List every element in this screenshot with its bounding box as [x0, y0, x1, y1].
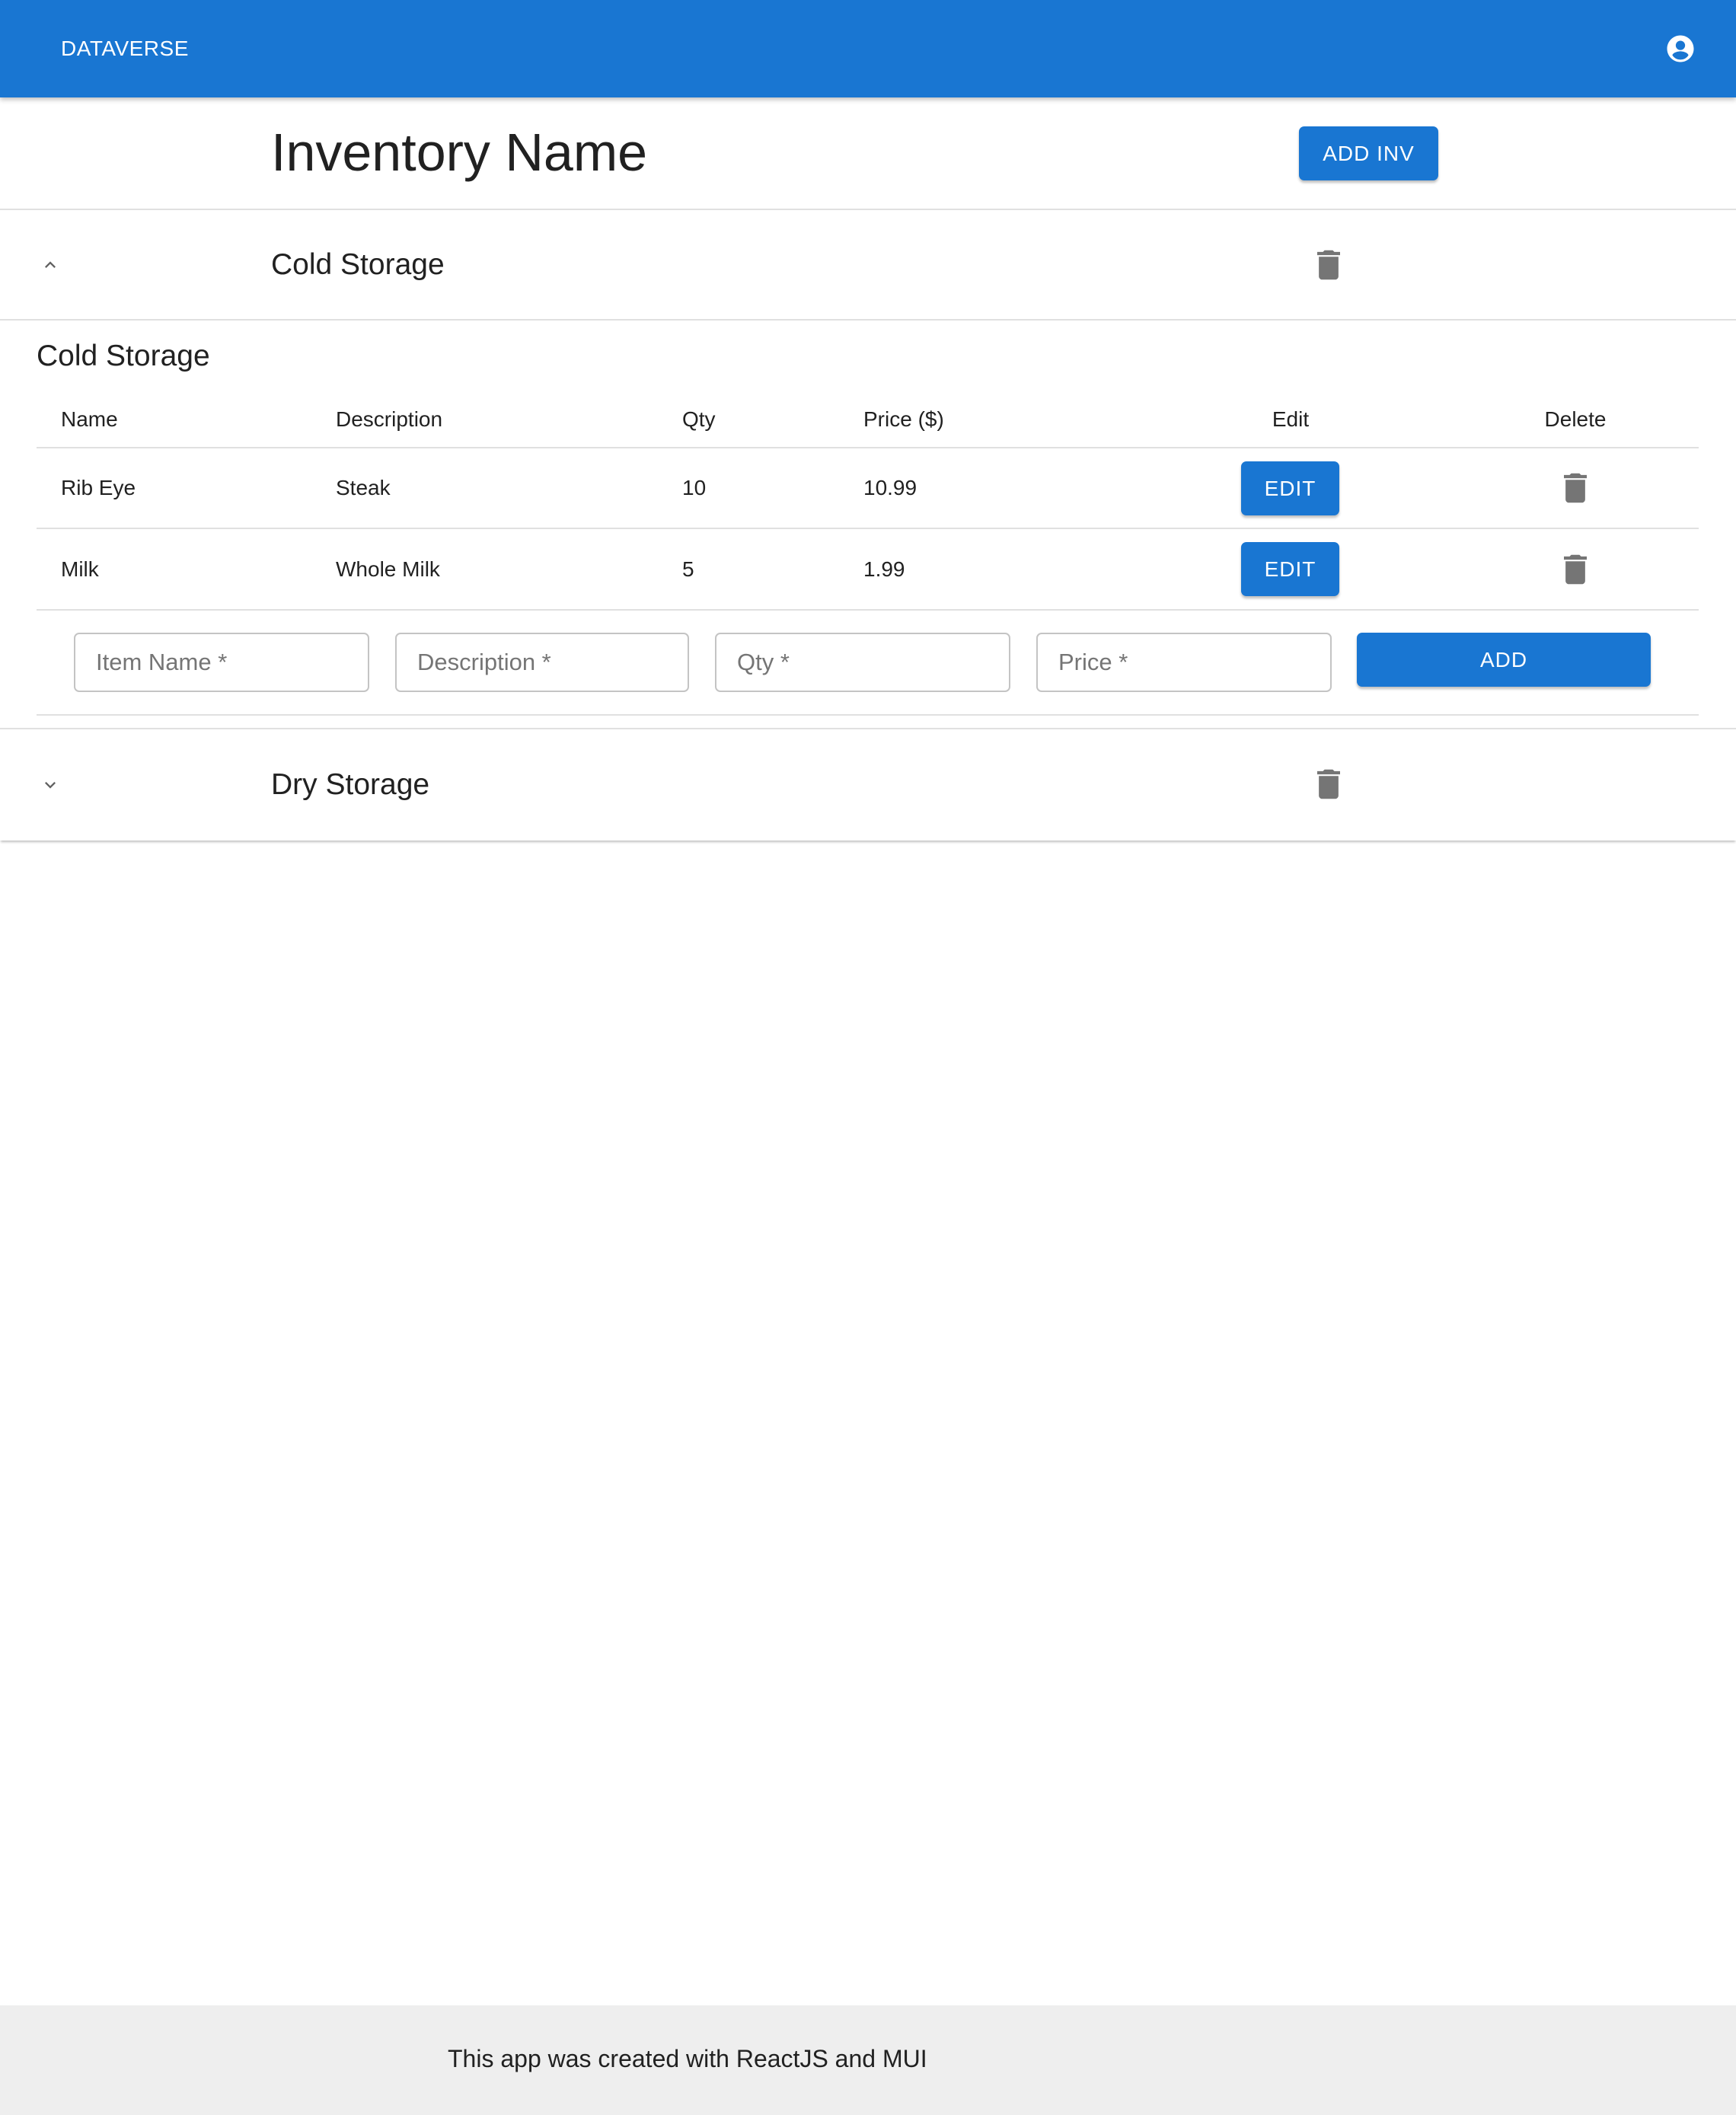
price-input[interactable]: Price * [1036, 633, 1332, 692]
delete-inventory-trash-icon[interactable] [1317, 250, 1340, 280]
footer-text: This app was created with ReactJS and MU… [448, 2045, 927, 2072]
edit-button[interactable]: EDIT [1241, 461, 1339, 515]
section-title: Cold Storage [37, 340, 210, 372]
divider [37, 714, 1699, 716]
delete-inventory-trash-icon[interactable] [1317, 769, 1340, 799]
page-title: Inventory Name [271, 123, 648, 182]
divider [37, 447, 1699, 448]
account-circle-icon[interactable] [1664, 33, 1696, 65]
accordion-cold-storage[interactable]: Cold Storage [0, 210, 1736, 320]
divider [37, 528, 1699, 529]
item-qty: 5 [682, 557, 694, 581]
qty-input[interactable]: Qty * [715, 633, 1010, 692]
chevron-up-icon[interactable] [40, 254, 61, 276]
item-name-input[interactable]: Item Name * [74, 633, 369, 692]
accordion-title: Dry Storage [271, 768, 430, 801]
add-inventory-button[interactable]: ADD INV [1299, 126, 1438, 180]
add-item-button[interactable]: ADD [1357, 633, 1651, 687]
column-header: Price ($) [863, 407, 944, 431]
column-header: Qty [682, 407, 716, 431]
accordion-dry-storage[interactable]: Dry Storage [0, 729, 1736, 841]
accordion-title: Cold Storage [271, 248, 445, 281]
item-name: Milk [61, 557, 99, 581]
item-description: Steak [336, 476, 391, 499]
column-header: Description [336, 407, 443, 431]
item-price: 10.99 [863, 476, 917, 499]
delete-item-trash-icon[interactable] [1564, 554, 1587, 585]
divider [37, 609, 1699, 611]
item-price: 1.99 [863, 557, 905, 581]
app-bar: DATAVERSE [0, 0, 1736, 97]
brand-button[interactable]: DATAVERSE [61, 0, 189, 97]
column-header: Edit [1272, 407, 1310, 431]
item-name: Rib Eye [61, 476, 136, 499]
item-qty: 10 [682, 476, 707, 499]
item-description: Whole Milk [336, 557, 440, 581]
column-header: Delete [1544, 407, 1607, 431]
divider [0, 319, 1736, 321]
description-input[interactable]: Description * [395, 633, 689, 692]
column-header: Name [61, 407, 118, 431]
chevron-down-icon[interactable] [40, 774, 61, 796]
edit-button[interactable]: EDIT [1241, 542, 1339, 596]
delete-item-trash-icon[interactable] [1564, 473, 1587, 503]
